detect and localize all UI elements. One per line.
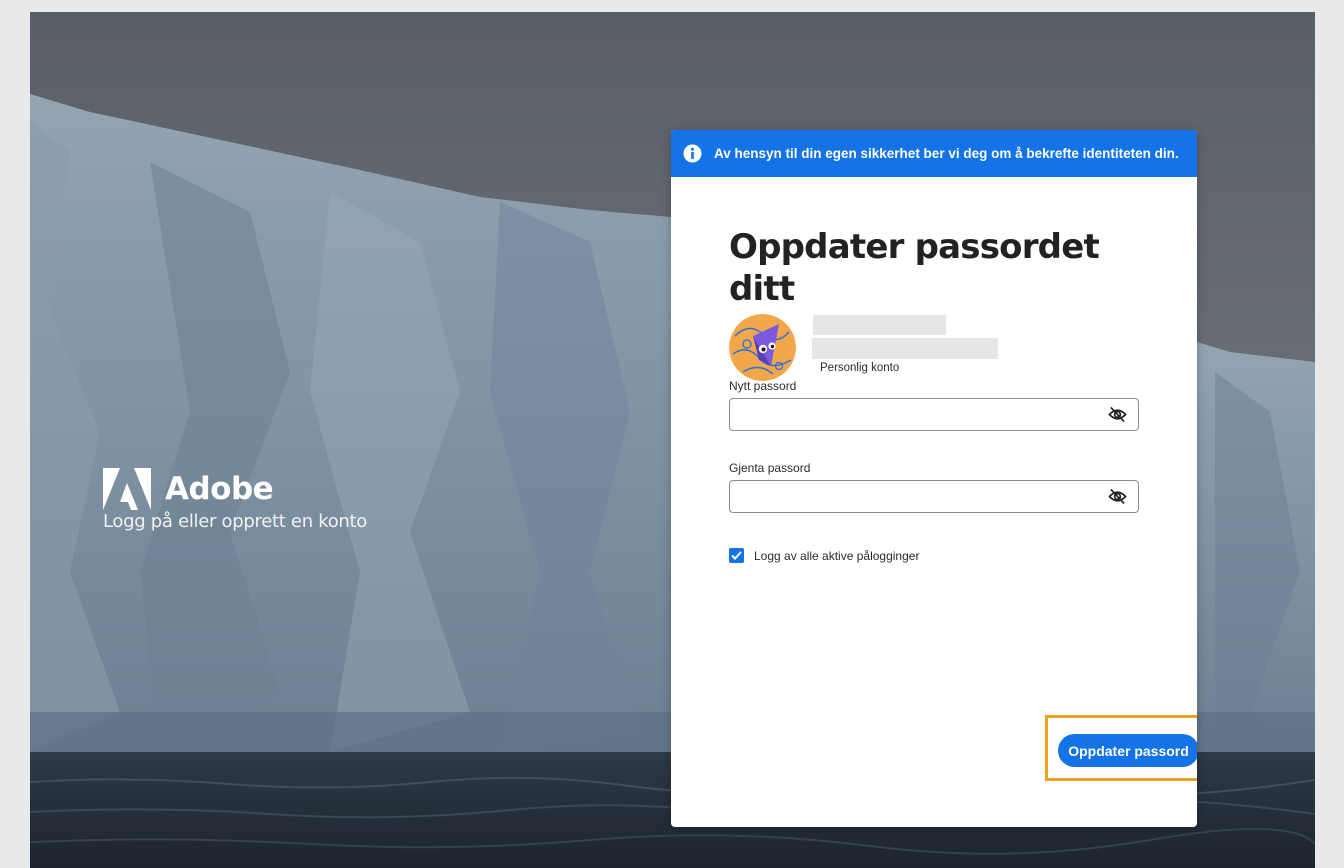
- repeat-password-input[interactable]: [730, 481, 1110, 510]
- new-password-input[interactable]: [730, 399, 1110, 428]
- submit-highlight-frame: Oppdater passord: [1045, 715, 1197, 781]
- password-update-card: Av hensyn til din egen sikkerhet ber vi …: [671, 130, 1197, 827]
- security-banner-text: Av hensyn til din egen sikkerhet ber vi …: [714, 146, 1179, 161]
- logout-all-option: Logg av alle aktive pålogginger: [729, 548, 919, 563]
- update-password-button[interactable]: Oppdater passord: [1058, 734, 1197, 767]
- redacted-account-email: [812, 338, 998, 359]
- checkmark-icon: [731, 551, 742, 560]
- new-password-label: Nytt passord: [729, 379, 797, 393]
- account-type-label: Personlig konto: [820, 362, 900, 374]
- repeat-password-field: [729, 480, 1139, 513]
- info-icon: [683, 144, 702, 163]
- brand-tagline: Logg på eller opprett en konto: [103, 511, 368, 532]
- logout-all-label[interactable]: Logg av alle aktive pålogginger: [754, 549, 919, 563]
- eye-hidden-icon[interactable]: [1108, 406, 1127, 423]
- adobe-logo-icon: [103, 468, 151, 510]
- logout-all-checkbox[interactable]: [729, 548, 744, 563]
- avatar: [729, 314, 796, 381]
- security-banner: Av hensyn til din egen sikkerhet ber vi …: [671, 130, 1197, 177]
- eye-hidden-icon[interactable]: [1108, 488, 1127, 505]
- repeat-password-label: Gjenta passord: [729, 461, 811, 475]
- brand-name: Adobe: [165, 471, 274, 507]
- brand-block: Adobe Logg på eller opprett en konto: [103, 468, 367, 532]
- background-scene: Adobe Logg på eller opprett en konto Av …: [30, 12, 1315, 868]
- avatar-illustration-icon: [729, 314, 796, 381]
- account-profile: Personlig konto: [729, 314, 1139, 386]
- brand-row: Adobe: [103, 468, 367, 510]
- page-title: Oppdater passordet ditt: [729, 227, 1100, 309]
- new-password-field: [729, 398, 1139, 431]
- form-content: Oppdater passordet ditt Personlig konto …: [729, 177, 1197, 781]
- redacted-account-name: [813, 315, 946, 335]
